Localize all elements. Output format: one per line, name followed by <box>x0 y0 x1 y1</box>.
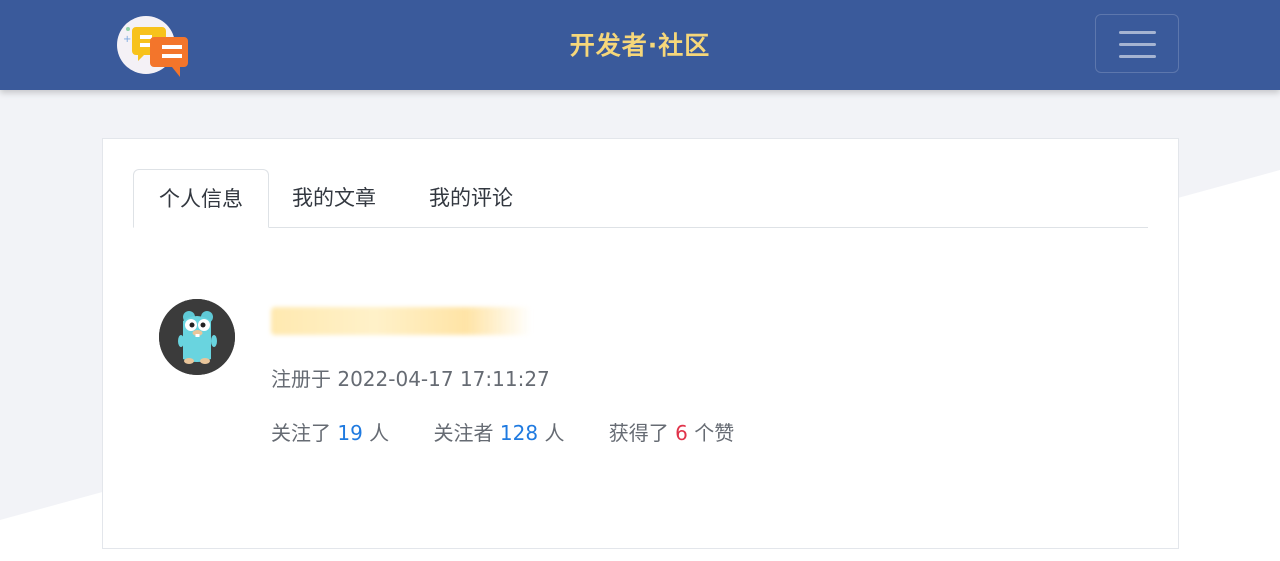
tab-my-comments[interactable]: 我的评论 <box>404 169 538 228</box>
following-count: 19 <box>337 421 363 445</box>
registration-date: 注册于 2022-04-17 17:11:27 <box>271 367 550 391</box>
profile-tabs: 个人信息 我的文章 我的评论 <box>133 169 1148 228</box>
following-stat[interactable]: 关注了 19 人 <box>271 417 389 446</box>
tab-personal-info[interactable]: 个人信息 <box>133 169 269 228</box>
hamburger-menu-icon <box>1119 31 1156 34</box>
site-title[interactable]: 开发者·社区 <box>0 26 1280 62</box>
top-navbar: + 开发者·社区 <box>0 0 1280 90</box>
likes-count: 6 <box>675 421 688 445</box>
tab-my-articles[interactable]: 我的文章 <box>267 169 401 228</box>
profile-card: 个人信息 我的文章 我的评论 注册于 2022-04-17 17:11:27 关… <box>102 138 1179 549</box>
followers-stat[interactable]: 关注者 128 人 <box>434 417 565 446</box>
username-redacted <box>271 307 531 335</box>
followers-count: 128 <box>499 421 539 445</box>
gopher-avatar-icon[interactable] <box>159 299 235 375</box>
hamburger-menu-button[interactable] <box>1095 14 1179 73</box>
likes-stat: 获得了 6 个赞 <box>608 421 735 445</box>
profile-stats: 关注了 19 人 关注者 128 人 获得了 6 个赞 <box>271 417 772 446</box>
